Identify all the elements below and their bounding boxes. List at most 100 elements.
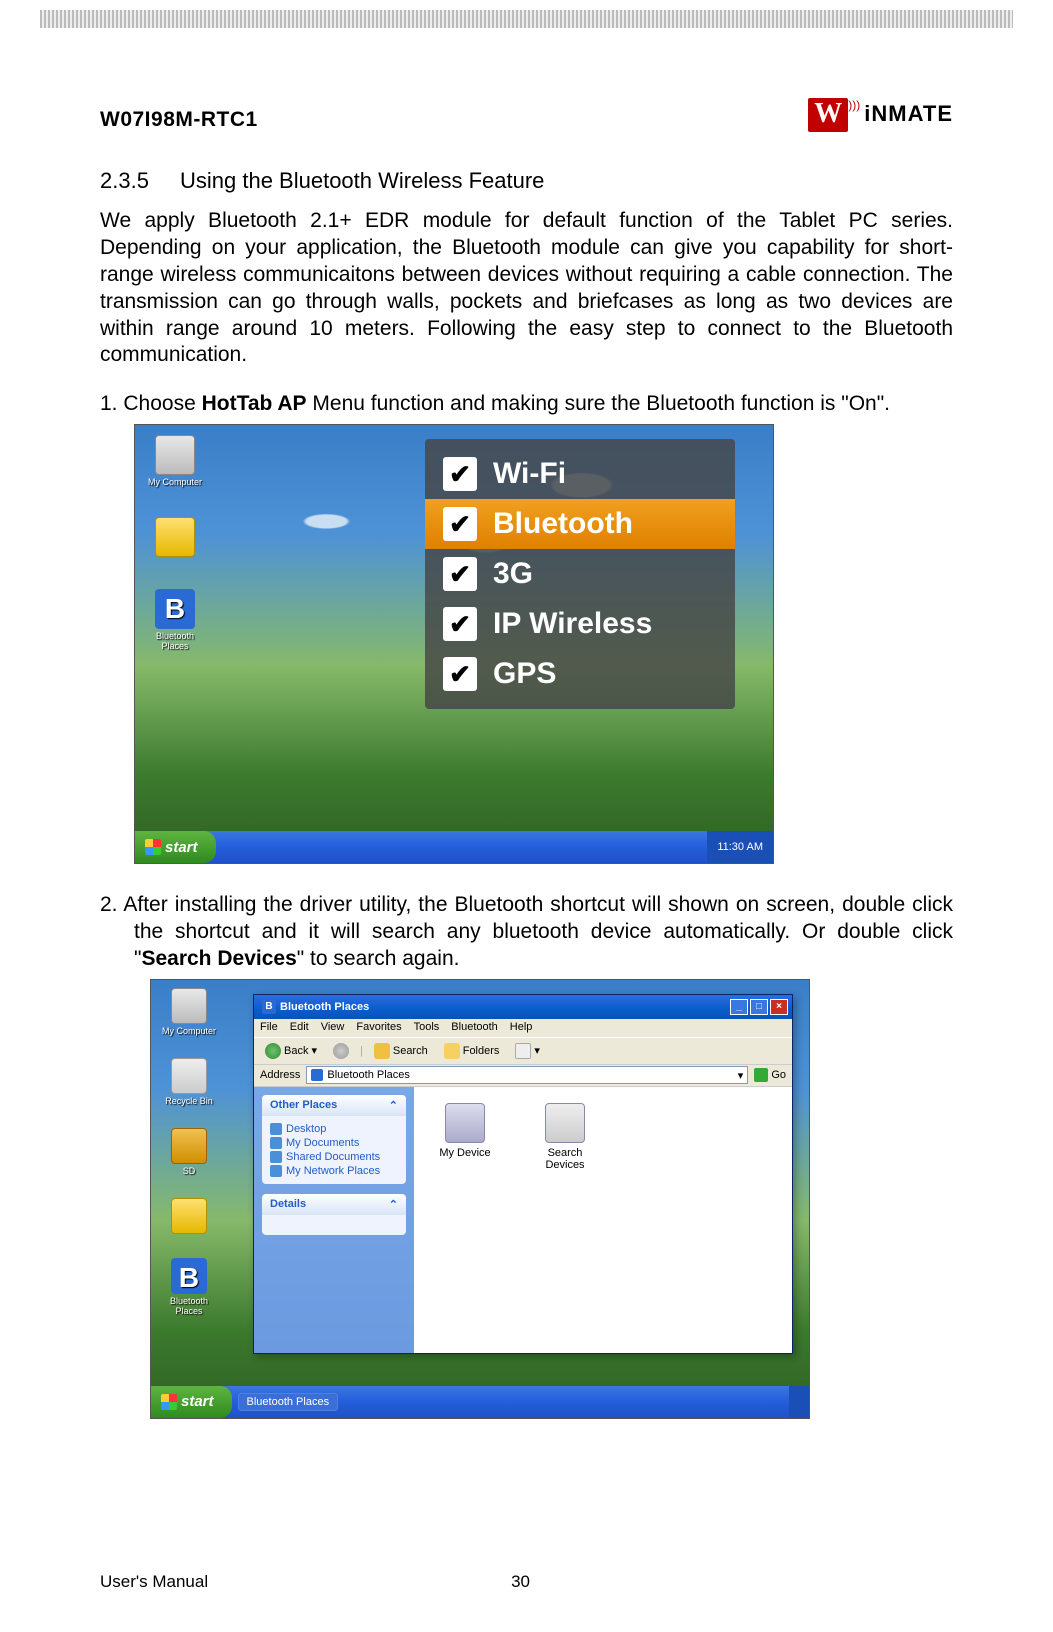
product-model: W07I98M-RTC1: [100, 108, 258, 132]
start-label: start: [181, 1393, 214, 1410]
step-1-bold: HotTab AP: [202, 392, 307, 415]
window-titlebar: B Bluetooth Places _ □ ×: [254, 995, 792, 1019]
taskbar-task-bluetooth[interactable]: Bluetooth Places: [238, 1393, 339, 1411]
search-devices-item[interactable]: Search Devices: [530, 1103, 600, 1171]
back-label: Back: [284, 1045, 308, 1057]
other-place-link[interactable]: Desktop: [270, 1122, 398, 1136]
search-button[interactable]: Search: [369, 1041, 433, 1061]
folder-icon: [270, 1165, 282, 1177]
hottab-row-gps[interactable]: ✔GPS: [425, 649, 735, 699]
dropdown-icon[interactable]: ▾: [738, 1069, 744, 1082]
menu-tools[interactable]: Tools: [414, 1021, 440, 1035]
details-header[interactable]: Details ⌃: [262, 1194, 406, 1215]
menu-file[interactable]: File: [260, 1021, 278, 1035]
folders-button[interactable]: Folders: [439, 1041, 505, 1061]
start-button[interactable]: start: [135, 831, 216, 863]
desktop-icon-label: My Computer: [159, 1026, 219, 1036]
desktop-icon-label: Bluetooth Places: [159, 1296, 219, 1316]
page-header: W07I98M-RTC1 W ))) iNMATE: [100, 98, 953, 132]
other-place-label: My Documents: [286, 1137, 359, 1149]
close-button[interactable]: ×: [770, 999, 788, 1015]
windows-flag-icon: [161, 1394, 177, 1410]
desktop-icon-glyph: [171, 988, 207, 1024]
menu-help[interactable]: Help: [510, 1021, 533, 1035]
maximize-button[interactable]: □: [750, 999, 768, 1015]
desktop-icon[interactable]: BBluetooth Places: [145, 589, 205, 651]
address-bar: Address Bluetooth Places ▾ Go: [254, 1065, 792, 1087]
views-button[interactable]: ▾: [510, 1041, 545, 1061]
other-places-header[interactable]: Other Places⌃: [262, 1095, 406, 1116]
other-places-box: Other Places⌃ Desktop My DocumentsShared …: [262, 1095, 406, 1184]
address-input[interactable]: Bluetooth Places ▾: [306, 1066, 748, 1084]
back-button[interactable]: Back ▾: [260, 1041, 322, 1061]
other-place-link[interactable]: Shared Documents: [270, 1150, 398, 1164]
other-place-label: Desktop: [286, 1123, 326, 1135]
brand-w-icon: W: [808, 98, 848, 132]
folder-icon: [270, 1137, 282, 1149]
back-icon: [265, 1043, 281, 1059]
details-content: [262, 1215, 406, 1235]
intro-paragraph: We apply Bluetooth 2.1+ EDR module for d…: [100, 208, 953, 369]
window-title: Bluetooth Places: [280, 1001, 369, 1013]
desktop-icon[interactable]: SD: [159, 1128, 219, 1176]
go-button[interactable]: Go: [754, 1068, 786, 1082]
brand-logo: W ))) iNMATE: [808, 98, 953, 132]
menu-favorites[interactable]: Favorites: [356, 1021, 401, 1035]
decorative-top-border: [40, 10, 1013, 28]
page-number: 30: [511, 1572, 530, 1592]
explorer-body: Other Places⌃ DesktopMy DocumentsShared …: [254, 1087, 792, 1353]
details-title: Details: [270, 1198, 306, 1210]
checkbox-icon: ✔: [443, 607, 477, 641]
other-place-link[interactable]: My Documents: [270, 1136, 398, 1150]
menu-edit[interactable]: Edit: [290, 1021, 309, 1035]
footer-left: User's Manual: [100, 1572, 208, 1592]
desktop-icon-label: SD: [159, 1166, 219, 1176]
desktop-icon-glyph: [171, 1128, 207, 1164]
hottab-label: 3G: [493, 557, 533, 591]
step-2-number: 2.: [100, 893, 118, 916]
menu-bluetooth[interactable]: Bluetooth: [451, 1021, 497, 1035]
step-2-post: " to search again.: [297, 947, 460, 970]
section-title: Using the Bluetooth Wireless Feature: [180, 168, 544, 193]
address-label: Address: [260, 1069, 300, 1081]
menu-view[interactable]: View: [321, 1021, 345, 1035]
desktop-icon[interactable]: [145, 517, 205, 559]
desktop-icon-glyph: [155, 435, 195, 475]
content-area: My Device Search Devices: [414, 1087, 792, 1353]
desktop-icon[interactable]: [159, 1198, 219, 1236]
my-device-item[interactable]: My Device: [430, 1103, 500, 1159]
minimize-button[interactable]: _: [730, 999, 748, 1015]
hottab-label: IP Wireless: [493, 607, 652, 641]
device-icon: [545, 1103, 585, 1143]
start-label: start: [165, 839, 198, 856]
desktop-icon-label: Recycle Bin: [159, 1096, 219, 1106]
hottab-row-bluetooth[interactable]: ✔ Bluetooth: [425, 499, 735, 549]
hottab-row-3g[interactable]: ✔3G: [425, 549, 735, 599]
collapse-icon: ⌃: [389, 1198, 398, 1211]
other-places-title: Other Places: [270, 1099, 337, 1111]
go-icon: [754, 1068, 768, 1082]
bluetooth-icon: B: [262, 1000, 276, 1014]
toolbar: Back ▾ | Search Folders ▾: [254, 1037, 792, 1065]
step-1-number: 1.: [100, 392, 118, 415]
desktop-icon[interactable]: Recycle Bin: [159, 1058, 219, 1106]
hottab-row-wi-fi[interactable]: ✔Wi-Fi: [425, 449, 735, 499]
start-button[interactable]: start: [151, 1386, 232, 1418]
desktop-icons: My Computer Recycle Bin SD BBluetooth Plac…: [159, 988, 229, 1316]
toolbar-separator: |: [360, 1045, 363, 1057]
other-places-list: Desktop My DocumentsShared DocumentsMy Ne…: [262, 1116, 406, 1184]
other-place-link[interactable]: My Network Places: [270, 1164, 398, 1178]
desktop-icon[interactable]: BBluetooth Places: [159, 1258, 219, 1316]
desktop-icon[interactable]: My Computer: [145, 435, 205, 487]
checkbox-icon: ✔: [443, 507, 477, 541]
tray-clock: 11:30 AM: [717, 841, 763, 853]
taskbar: start Bluetooth Places: [151, 1386, 809, 1418]
device-label: My Device: [430, 1147, 500, 1159]
hottab-panel: ✔Wi-Fi ✔ Bluetooth ✔3G ✔ IP Wireless ✔GPS: [425, 439, 735, 709]
hottab-label: Bluetooth: [493, 507, 633, 541]
step-2-bold: Search Devices: [141, 947, 296, 970]
desktop-icon[interactable]: My Computer: [159, 988, 219, 1036]
forward-button[interactable]: [328, 1041, 354, 1061]
step-1-post: Menu function and making sure the Blueto…: [307, 392, 890, 415]
hottab-row-ip-wireless[interactable]: ✔ IP Wireless: [425, 599, 735, 649]
